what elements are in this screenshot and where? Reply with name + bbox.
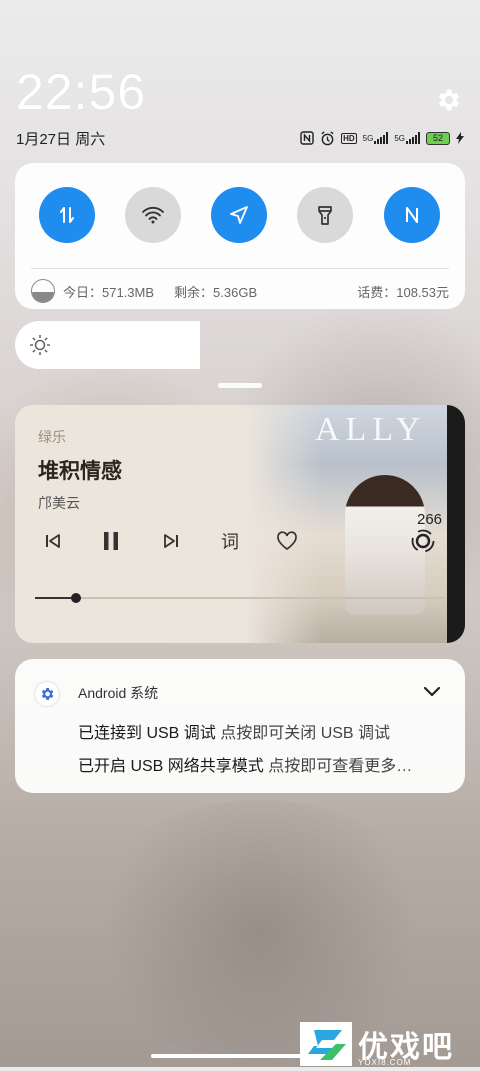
alarm-icon bbox=[320, 130, 335, 146]
data-usage-icon bbox=[31, 279, 55, 303]
battery-icon: 52 bbox=[426, 131, 450, 145]
wifi-icon bbox=[142, 206, 164, 224]
watermark: 优戏吧 YOXI8.COM bbox=[300, 1020, 480, 1067]
quick-settings-panel: 今日：571.3MB 剩余：5.36GB 话费：108.53元 bbox=[15, 163, 465, 309]
divider bbox=[31, 268, 449, 269]
brightness-sun-icon bbox=[30, 335, 50, 355]
signal-icon-1: 5G bbox=[363, 132, 389, 144]
wifi-toggle[interactable] bbox=[125, 187, 181, 243]
watermark-logo bbox=[300, 1021, 352, 1066]
network-label-1: 5G bbox=[362, 133, 374, 143]
album-title-art: ALLY bbox=[315, 411, 427, 448]
usb-tether-notice[interactable]: 已开启 USB 网络共享模式 点按即可查看更多… bbox=[78, 752, 412, 776]
previous-button[interactable] bbox=[43, 529, 63, 553]
expand-chevron-icon[interactable] bbox=[423, 685, 441, 703]
flashlight-icon bbox=[318, 206, 332, 225]
remaining-data: 剩余：5.36GB bbox=[174, 284, 258, 300]
usb-tether-title: 已开启 USB 网络共享模式 bbox=[78, 758, 264, 775]
usb-debug-title: 已连接到 USB 调试 bbox=[78, 725, 216, 742]
album-art: ALLY 266 bbox=[245, 405, 465, 643]
usb-tether-subtitle: 点按即可查看更多… bbox=[263, 758, 413, 775]
drag-handle[interactable] bbox=[218, 383, 262, 388]
data-usage-row[interactable]: 今日：571.3MB 剩余：5.36GB 话费：108.53元 bbox=[31, 279, 449, 303]
flashlight-toggle[interactable] bbox=[297, 187, 353, 243]
album-number: 266 bbox=[417, 511, 443, 528]
clock[interactable]: 22:56 bbox=[16, 64, 146, 120]
usb-debug-subtitle: 点按即可关闭 USB 调试 bbox=[215, 725, 391, 742]
album-spine bbox=[447, 405, 465, 643]
sound-output-button[interactable] bbox=[409, 529, 437, 553]
charging-icon bbox=[456, 132, 464, 144]
watermark-url: YOXI8.COM bbox=[358, 1058, 412, 1067]
brightness-slider[interactable] bbox=[15, 321, 200, 369]
mobile-data-toggle[interactable] bbox=[39, 187, 95, 243]
previous-icon bbox=[46, 534, 60, 548]
song-title: 堆积情感 bbox=[38, 460, 122, 483]
media-progress-thumb[interactable] bbox=[71, 593, 81, 603]
nfc-status-icon bbox=[300, 131, 314, 145]
usb-debug-notice[interactable]: 已连接到 USB 调试 点按即可关闭 USB 调试 bbox=[78, 719, 390, 743]
pause-button[interactable] bbox=[100, 529, 122, 553]
speaker-icon bbox=[411, 529, 435, 553]
today-usage: 今日：571.3MB bbox=[63, 284, 155, 300]
hd-icon: HD bbox=[341, 132, 357, 144]
settings-gear-icon[interactable] bbox=[434, 86, 462, 114]
next-button[interactable] bbox=[161, 529, 181, 553]
media-player-card[interactable]: ALLY 266 绿乐 堆积情感 邝美云 词 bbox=[15, 405, 465, 643]
song-artist: 邝美云 bbox=[38, 495, 80, 511]
location-toggle[interactable] bbox=[211, 187, 267, 243]
date[interactable]: 1月27日 周六 bbox=[16, 128, 105, 149]
nfc-icon bbox=[406, 207, 418, 223]
location-icon bbox=[230, 206, 248, 224]
nfc-toggle[interactable] bbox=[384, 187, 440, 243]
signal-icon-2: 5G bbox=[394, 132, 420, 144]
phone-balance: 话费：108.53元 bbox=[357, 284, 449, 300]
favorite-button[interactable] bbox=[275, 529, 299, 553]
lyrics-button[interactable]: 词 bbox=[218, 529, 242, 553]
notification-source: Android 系统 bbox=[78, 685, 159, 701]
network-label-2: 5G bbox=[394, 133, 405, 143]
pause-icon bbox=[104, 532, 118, 550]
media-progress-bar[interactable] bbox=[35, 593, 445, 603]
mobile-data-icon bbox=[60, 207, 74, 223]
android-system-icon bbox=[35, 682, 59, 706]
battery-level: 52 bbox=[432, 133, 443, 143]
status-icons: HD 5G 5G 52 bbox=[300, 128, 464, 148]
android-system-notification[interactable]: Android 系统 已连接到 USB 调试 点按即可关闭 USB 调试 已开启… bbox=[15, 659, 465, 793]
media-app-name: 绿乐 bbox=[38, 429, 66, 445]
heart-icon bbox=[277, 531, 297, 551]
media-progress-fill bbox=[35, 597, 76, 599]
next-icon bbox=[164, 534, 178, 548]
